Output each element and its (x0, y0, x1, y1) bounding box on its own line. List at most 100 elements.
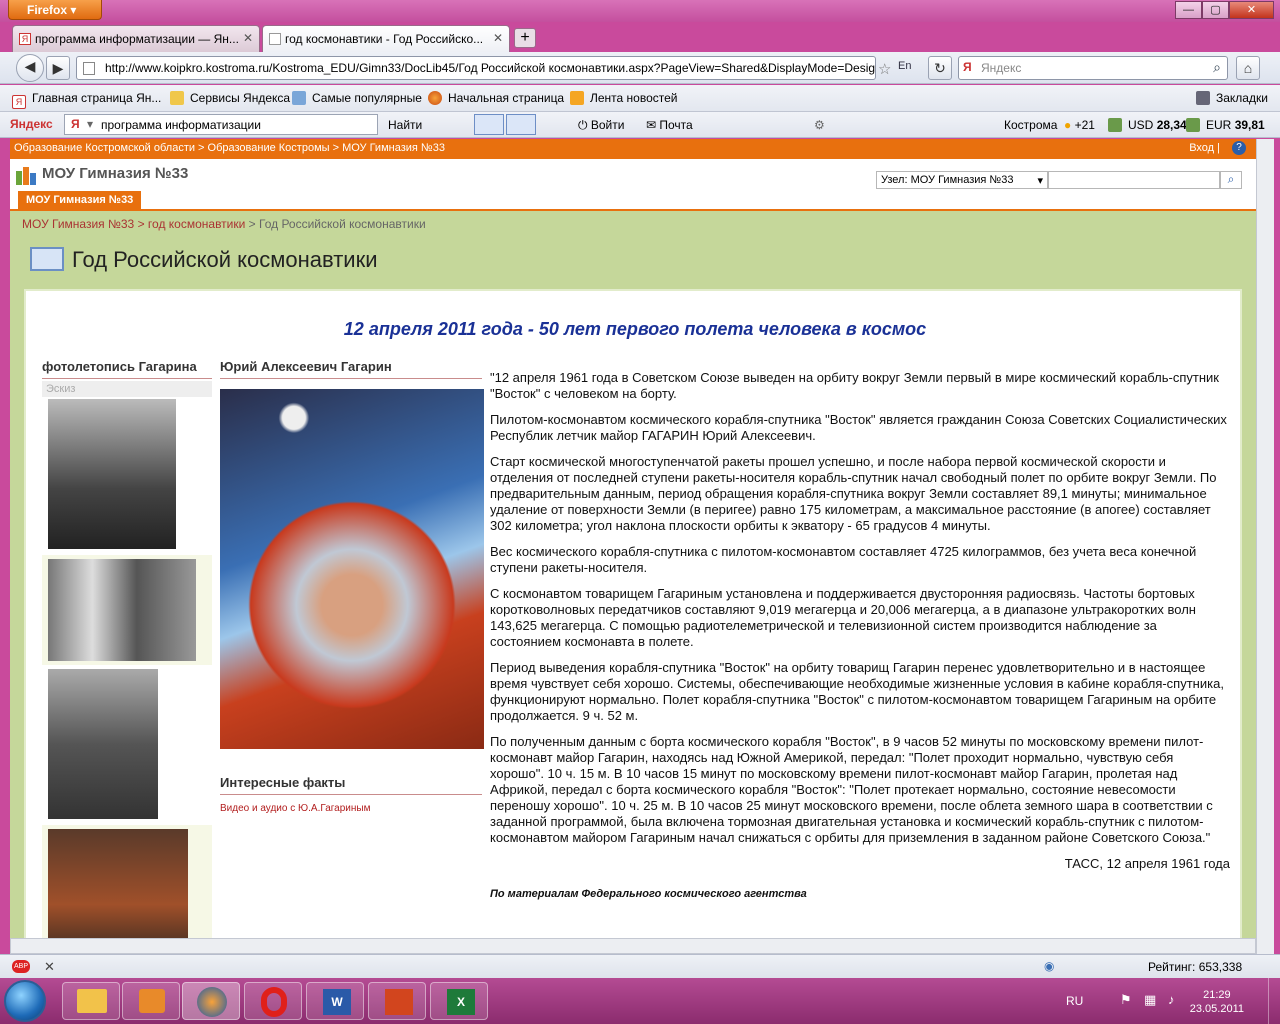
firefox-taskbar-button[interactable] (182, 982, 240, 1020)
media-player-icon (139, 989, 165, 1013)
url-bar[interactable]: http://www.koipkro.kostroma.ru/Kostroma_… (76, 56, 876, 80)
status-bar: ABP ✕ ◉ Рейтинг: 653,338 (0, 954, 1280, 978)
forward-button[interactable]: ▶ (46, 56, 70, 80)
folder-icon (170, 91, 184, 105)
system-clock[interactable]: 21:29 23.05.2011 (1190, 988, 1244, 1016)
close-icon[interactable]: ✕ (493, 31, 503, 45)
gagarin-helmet-photo[interactable] (48, 399, 176, 549)
powerpoint-taskbar-button[interactable] (368, 982, 426, 1020)
opera-icon (261, 987, 287, 1017)
gagarin-portrait-photo[interactable] (48, 669, 158, 819)
excel-taskbar-button[interactable]: X (430, 982, 488, 1020)
site-logo-icon (16, 167, 38, 185)
help-icon[interactable]: ? (1232, 141, 1246, 155)
network-icon[interactable]: ▦ (1144, 992, 1156, 1008)
bookmark-label: Начальная страница (448, 91, 565, 105)
close-icon[interactable]: ✕ (243, 31, 253, 45)
firefox-icon (197, 987, 227, 1017)
photo-chronicle-title: фотолетопись Гагарина (42, 359, 212, 379)
bookmark-start-page[interactable]: Начальная страница (428, 91, 564, 105)
global-breadcrumb[interactable]: Образование Костромской области > Образо… (14, 142, 445, 154)
yandex-find-button[interactable]: Найти (388, 118, 422, 132)
opera-taskbar-button[interactable] (244, 982, 302, 1020)
search-input[interactable]: Я Яндекс ⌕ (958, 56, 1228, 80)
reload-button[interactable]: ↻ (928, 56, 952, 80)
page-viewport: Образование Костромской области > Образо… (10, 139, 1256, 938)
tab-yandex[interactable]: Я программа информатизации — Ян... ✕ (12, 25, 260, 52)
new-tab-button[interactable]: + (514, 28, 536, 48)
mail-button[interactable]: ✉ Почта (646, 118, 693, 132)
yandex-favicon-icon: Я (19, 33, 31, 45)
site-name[interactable]: МОУ Гимназия №33 (42, 165, 188, 182)
star-icon[interactable]: ☆ (878, 60, 891, 78)
yandex-logo[interactable]: Яндекс (10, 117, 53, 131)
settings-gear-icon[interactable]: ⚙ (814, 118, 825, 132)
close-icon[interactable]: ✕ (44, 959, 55, 975)
bookmarks-menu-button[interactable]: Закладки (1196, 91, 1268, 105)
magnifier-icon[interactable]: ⌕ (1213, 59, 1221, 76)
explorer-taskbar-button[interactable] (62, 982, 120, 1020)
bookmark-yandex-services[interactable]: Сервисы Яндекса (170, 91, 290, 105)
home-button[interactable]: ⌂ (1236, 56, 1260, 80)
yandex-query-text: программа информатизации (101, 118, 261, 132)
maximize-button[interactable]: ▢ (1202, 1, 1229, 19)
media-player-taskbar-button[interactable] (122, 982, 180, 1020)
site-search-button[interactable]: ⌕ (1220, 171, 1242, 189)
bookmark-yandex-home[interactable]: Я Главная страница Ян... (12, 91, 161, 109)
adblock-icon[interactable]: ABP (12, 960, 30, 973)
spellcheck-icon[interactable] (474, 114, 504, 135)
article-body: "12 апреля 1961 года в Советском Союзе в… (490, 370, 1230, 912)
bookmarks-star-icon (1196, 91, 1210, 105)
video-audio-link[interactable]: Видео и аудио с Ю.А.Гагариным (220, 803, 482, 814)
vertical-scrollbar[interactable] (1256, 139, 1274, 954)
translate-toggle-icon[interactable] (506, 114, 536, 135)
show-desktop-button[interactable] (1268, 978, 1280, 1024)
window-controls: — ▢ ✕ (1175, 1, 1274, 19)
node-select[interactable]: Узел: МОУ Гимназия №33 ▾ (876, 171, 1048, 189)
sketch-label: Эскиз (42, 381, 212, 397)
volume-icon[interactable]: ♪ (1168, 992, 1175, 1007)
breadcrumb-cosmonautics-year[interactable]: год космонавтики (148, 217, 245, 231)
article-heading: 12 апреля 2011 года - 50 лет первого пол… (343, 319, 927, 339)
eur-rate[interactable]: EUR 39,81 (1186, 118, 1265, 132)
login-label: Войти (590, 118, 625, 132)
back-button[interactable]: ◀ (16, 54, 44, 82)
gagarin-cabin-photo[interactable] (48, 829, 188, 938)
tab-cosmonautics[interactable]: год космонавтики - Год Российско... ✕ (262, 25, 510, 52)
bookmark-news-feed[interactable]: Лента новостей (570, 91, 678, 105)
flag-icon[interactable]: ⚑ (1120, 992, 1132, 1008)
tab-strip: Я программа информатизации — Ян... ✕ год… (0, 22, 1280, 52)
minimize-button[interactable]: — (1175, 1, 1202, 19)
word-icon: W (323, 989, 351, 1015)
usd-value: 28,34 (1156, 118, 1187, 132)
weather-temp: +21 (1074, 118, 1095, 132)
magnifier-icon: ⌕ (1227, 172, 1235, 186)
top-nav-item-gymnasium[interactable]: МОУ Гимназия №33 (18, 191, 142, 211)
bookmark-label: Сервисы Яндекса (190, 91, 291, 105)
horizontal-scrollbar[interactable] (10, 938, 1256, 954)
weather-widget[interactable]: ● +21 (1064, 118, 1095, 132)
power-icon: ⏻ (578, 118, 591, 132)
rating-value: 653,338 (1198, 960, 1243, 974)
currency-icon (1186, 118, 1200, 132)
yandex-icon: Я (12, 95, 26, 109)
weather-city[interactable]: Кострома (1004, 118, 1057, 132)
firefox-menu-button[interactable]: Firefox ▾ (8, 0, 102, 20)
gagarin-painting[interactable] (220, 389, 484, 749)
language-indicator[interactable]: RU (1066, 994, 1083, 1008)
word-taskbar-button[interactable]: W (306, 982, 364, 1020)
login-link[interactable]: Вход | (1189, 142, 1220, 154)
site-search-input[interactable] (1048, 171, 1220, 189)
translate-icon[interactable]: En (898, 60, 911, 72)
start-button[interactable] (4, 980, 46, 1022)
breadcrumb-gymnasium[interactable]: МОУ Гимназия №33 (22, 217, 134, 231)
login-button[interactable]: ⏻ Войти (578, 118, 624, 133)
clock-time: 21:29 (1203, 989, 1231, 1001)
page-icon (83, 62, 95, 75)
yandex-search-input[interactable]: Я ▾ программа информатизации (64, 114, 378, 135)
globe-icon[interactable]: ◉ (1044, 959, 1054, 973)
close-button[interactable]: ✕ (1229, 1, 1274, 19)
bookmark-most-visited[interactable]: Самые популярные (292, 91, 422, 105)
gagarin-group-photo[interactable] (48, 559, 196, 661)
usd-rate[interactable]: USD 28,34 (1108, 118, 1187, 132)
